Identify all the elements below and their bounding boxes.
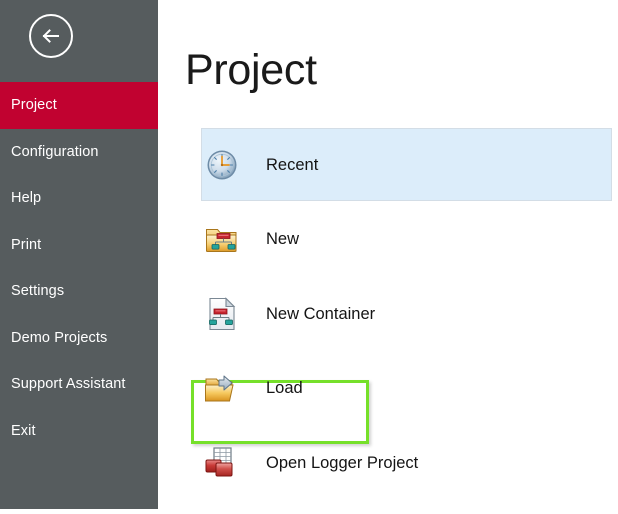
sidebar-item-label: Help [11,190,41,206]
back-button[interactable] [29,14,73,58]
sidebar: Project Configuration Help Print Setting… [0,0,158,509]
menu-item-load[interactable]: Load [201,352,618,427]
sidebar-item-label: Settings [11,283,64,299]
sidebar-item-demo-projects[interactable]: Demo Projects [0,315,158,362]
sidebar-item-configuration[interactable]: Configuration [0,129,158,176]
sidebar-item-settings[interactable]: Settings [0,268,158,315]
menu-item-label: New Container [266,305,375,324]
back-arrow-icon [31,16,71,56]
menu-item-new-container[interactable]: New Container [201,277,375,352]
sidebar-item-label: Configuration [11,144,99,160]
menu-item-label: New [266,230,299,249]
menu-item-label: Load [266,379,303,398]
clock-icon [201,144,243,186]
sidebar-item-label: Demo Projects [11,330,107,346]
sidebar-item-label: Print [11,237,41,253]
open-folder-arrow-icon [201,368,243,410]
new-container-document-icon [201,293,243,335]
page-title: Project [185,49,317,92]
new-project-folder-icon [201,219,243,261]
menu-row-load: Load [158,352,618,427]
sidebar-item-support-assistant[interactable]: Support Assistant [0,361,158,408]
logger-database-icon [201,442,243,484]
main-panel: Project [158,0,618,514]
menu-row-open-logger-project: Open Logger Project [158,426,618,501]
menu-item-label: Recent [266,156,318,175]
menu-item-open-logger-project[interactable]: Open Logger Project [201,426,418,501]
project-menu: Recent [158,128,618,501]
menu-item-label: Open Logger Project [266,454,418,473]
menu-item-recent[interactable]: Recent [201,128,618,203]
menu-item-new[interactable]: New [201,203,299,278]
menu-row-recent: Recent [158,128,618,203]
sidebar-item-label: Exit [11,423,36,439]
sidebar-item-print[interactable]: Print [0,222,158,269]
menu-row-new-container: New Container [158,277,618,352]
sidebar-item-exit[interactable]: Exit [0,408,158,455]
application-window: Project Configuration Help Print Setting… [0,0,618,514]
sidebar-item-label: Project [11,97,57,113]
sidebar-item-help[interactable]: Help [0,175,158,222]
sidebar-nav: Project Configuration Help Print Setting… [0,82,158,454]
menu-row-new: New [158,203,618,278]
sidebar-item-project[interactable]: Project [0,82,158,129]
sidebar-item-label: Support Assistant [11,376,126,392]
